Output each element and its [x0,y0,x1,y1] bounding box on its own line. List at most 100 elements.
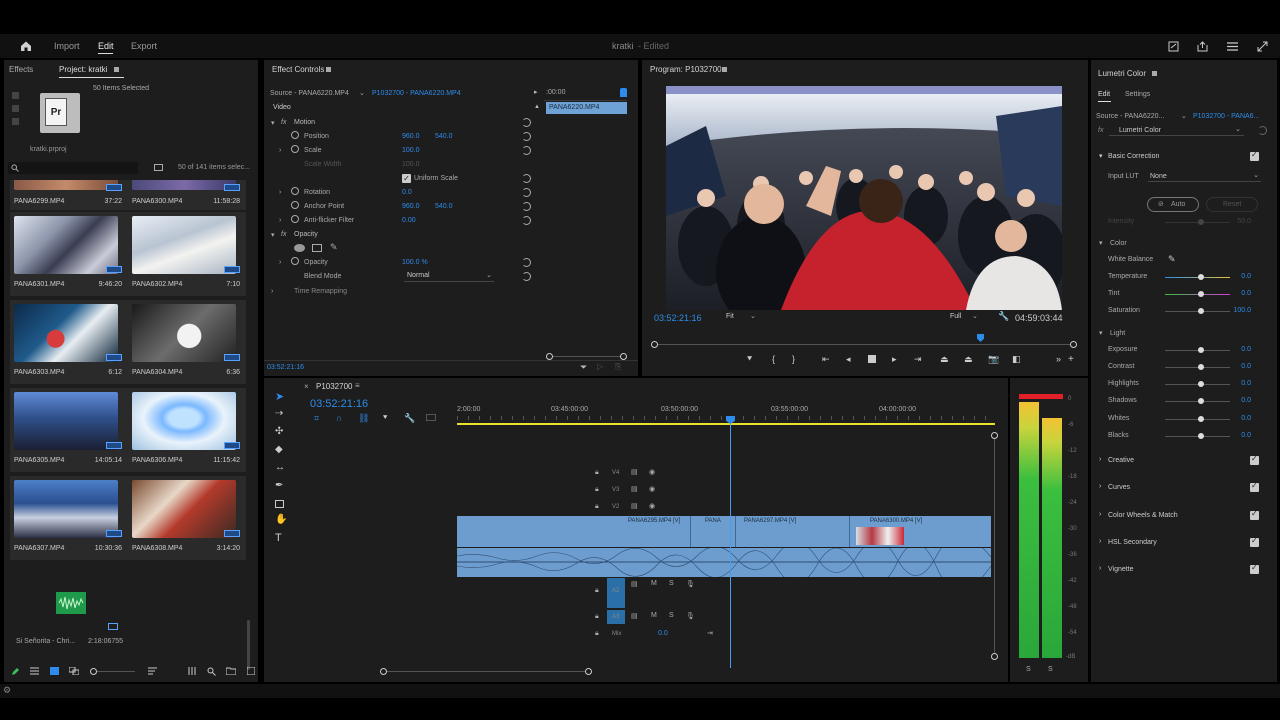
shadows-value[interactable]: 0.0 [1241,397,1251,404]
tab-menu-icon[interactable] [722,67,727,72]
film-icon[interactable]: ▤ [631,502,638,510]
temperature-value[interactable]: 0.0 [1241,273,1251,280]
rectangle-mask-icon[interactable] [312,244,322,252]
stopwatch-icon[interactable] [291,131,299,139]
collapse-arrow-icon[interactable]: ▾ [271,231,275,239]
lock-icon[interactable]: 🔒︎ [595,613,599,621]
chevron-down-icon[interactable]: ⌄ [359,89,365,97]
ec-current-time[interactable]: 03:52:21:16 [267,364,304,371]
mini-playhead[interactable] [620,88,627,97]
mark-in-icon[interactable]: { [772,354,775,364]
new-bin-folder-icon[interactable] [226,666,236,676]
wrench-icon[interactable]: 🔧 [998,311,1009,322]
stopwatch-icon[interactable] [291,215,299,223]
film-icon[interactable]: ▤ [631,485,638,493]
lift-icon[interactable]: ⏏ [940,354,949,365]
linked-selection-icon[interactable]: ⛓ [358,413,369,424]
reset-icon[interactable] [522,258,531,267]
exposure-value[interactable]: 0.0 [1241,346,1251,353]
zoom-slider-knob[interactable] [90,668,97,675]
add-marker-icon[interactable]: ⯆ [746,354,753,365]
stopwatch-icon[interactable] [291,201,299,209]
auto-button[interactable]: Auto ⊘ [1147,197,1199,212]
reset-effect-icon[interactable] [1258,126,1267,135]
pencil-icon[interactable] [10,666,20,676]
stop-icon[interactable] [868,355,876,363]
sort-icon[interactable] [147,666,157,676]
antiflicker-value[interactable]: 0.00 [402,217,416,224]
audio-clip-icon[interactable] [56,592,86,614]
vignette-section-header[interactable]: › Vignette [1093,560,1273,580]
contrast-value[interactable]: 0.0 [1241,363,1251,370]
hsl-secondary-checkbox[interactable] [1250,536,1259,547]
ripple-edit-tool-icon[interactable]: ✣ [275,426,283,437]
timeline-vscroll[interactable] [991,432,998,660]
reset-icon[interactable] [522,146,531,155]
new-bin-icon[interactable] [154,164,163,171]
whites-knob[interactable] [1198,416,1204,422]
timeline-hscroll[interactable] [380,668,592,675]
clip-thumbnail[interactable]: PANA6306.MP4 11:15:42 [128,388,246,472]
light-subsection-header[interactable]: ▾ Light [1093,324,1273,344]
color-subsection-header[interactable]: ▾ Color [1093,234,1273,254]
contrast-knob[interactable] [1198,364,1204,370]
color-wheels-checkbox[interactable] [1250,509,1259,520]
timeline-clip[interactable]: PANA6295.MP4 [V] [457,516,690,547]
track-select-tool-icon[interactable]: ⇢ [275,408,283,419]
reset-icon[interactable] [522,202,531,211]
compare-icon[interactable]: ◧ [1012,354,1021,365]
effect-select[interactable]: Lumetri Color ⌄ [1109,125,1244,136]
clip-thumbnail[interactable]: PANA6304.MP4 6:36 [128,300,246,384]
razor-tool-icon[interactable]: ◆ [275,444,283,455]
ellipse-mask-icon[interactable] [294,244,305,252]
tab-menu-icon[interactable] [326,67,331,72]
tab-edit-lumetri[interactable]: Edit [1098,91,1110,98]
eye-icon[interactable]: ◉ [649,468,655,476]
program-video-frame[interactable] [666,86,1062,310]
pen-mask-icon[interactable]: ✎ [330,242,338,253]
step-back-icon[interactable]: ◂ [846,354,851,365]
saturation-knob[interactable] [1198,308,1204,314]
temperature-knob[interactable] [1198,274,1204,280]
film-icon[interactable]: ▤ [631,468,638,476]
stopwatch-icon[interactable] [291,257,299,265]
expand-arrow-icon[interactable]: › [279,147,281,154]
expand-arrow-icon[interactable]: › [271,288,273,295]
curves-checkbox[interactable] [1250,481,1259,492]
expand-arrow-icon[interactable]: › [279,217,281,224]
freeform-view-icon[interactable] [68,666,80,676]
captions-icon[interactable] [426,414,436,421]
icon-view-icon[interactable] [49,666,59,676]
rectangle-tool-icon[interactable] [275,500,284,508]
sequence-tab[interactable]: P1032700 [316,382,352,391]
input-lut-select[interactable]: None ⌄ [1148,171,1261,182]
expand-arrow-icon[interactable]: › [279,189,281,196]
basic-correction-checkbox[interactable] [1250,150,1259,161]
camera-icon[interactable]: 📷 [988,354,999,365]
solo-right-button[interactable]: S [1048,666,1053,673]
sequence-menu-icon[interactable]: ≡ [355,381,360,390]
tab-effect-controls[interactable]: Effect Controls [272,65,324,74]
expand-arrow-icon[interactable]: › [279,259,281,266]
work-area-bar[interactable] [457,423,995,425]
program-timecode[interactable]: 03:52:21:16 [654,313,702,323]
clip-thumbnail[interactable]: PANA6308.MP4 3:14:20 [128,476,246,560]
reset-icon[interactable] [522,118,531,127]
mute-button[interactable]: M [651,580,657,587]
fullscreen-icon[interactable] [1255,39,1269,53]
menu-icon[interactable] [1225,39,1239,53]
source-clip[interactable]: Source - PANA6220.MP4 [270,90,349,97]
reset-icon[interactable] [522,216,531,225]
timeline-clip[interactable]: PANA6297.MP4 [V] [736,516,836,547]
ec-zoom-bar[interactable] [546,353,627,360]
extract-icon[interactable]: ⏏ [964,354,973,365]
reset-icon[interactable] [522,188,531,197]
creative-checkbox[interactable] [1250,454,1259,465]
solo-button[interactable]: S [669,612,674,619]
find-icon[interactable] [206,666,216,676]
slip-tool-icon[interactable]: ↔ [275,462,285,473]
tab-menu-icon[interactable] [114,67,119,72]
selection-tool-icon[interactable]: ➤ [275,390,284,403]
motion-row[interactable]: ▾ fx Motion [264,116,539,130]
scrubber-playhead[interactable] [977,334,984,342]
